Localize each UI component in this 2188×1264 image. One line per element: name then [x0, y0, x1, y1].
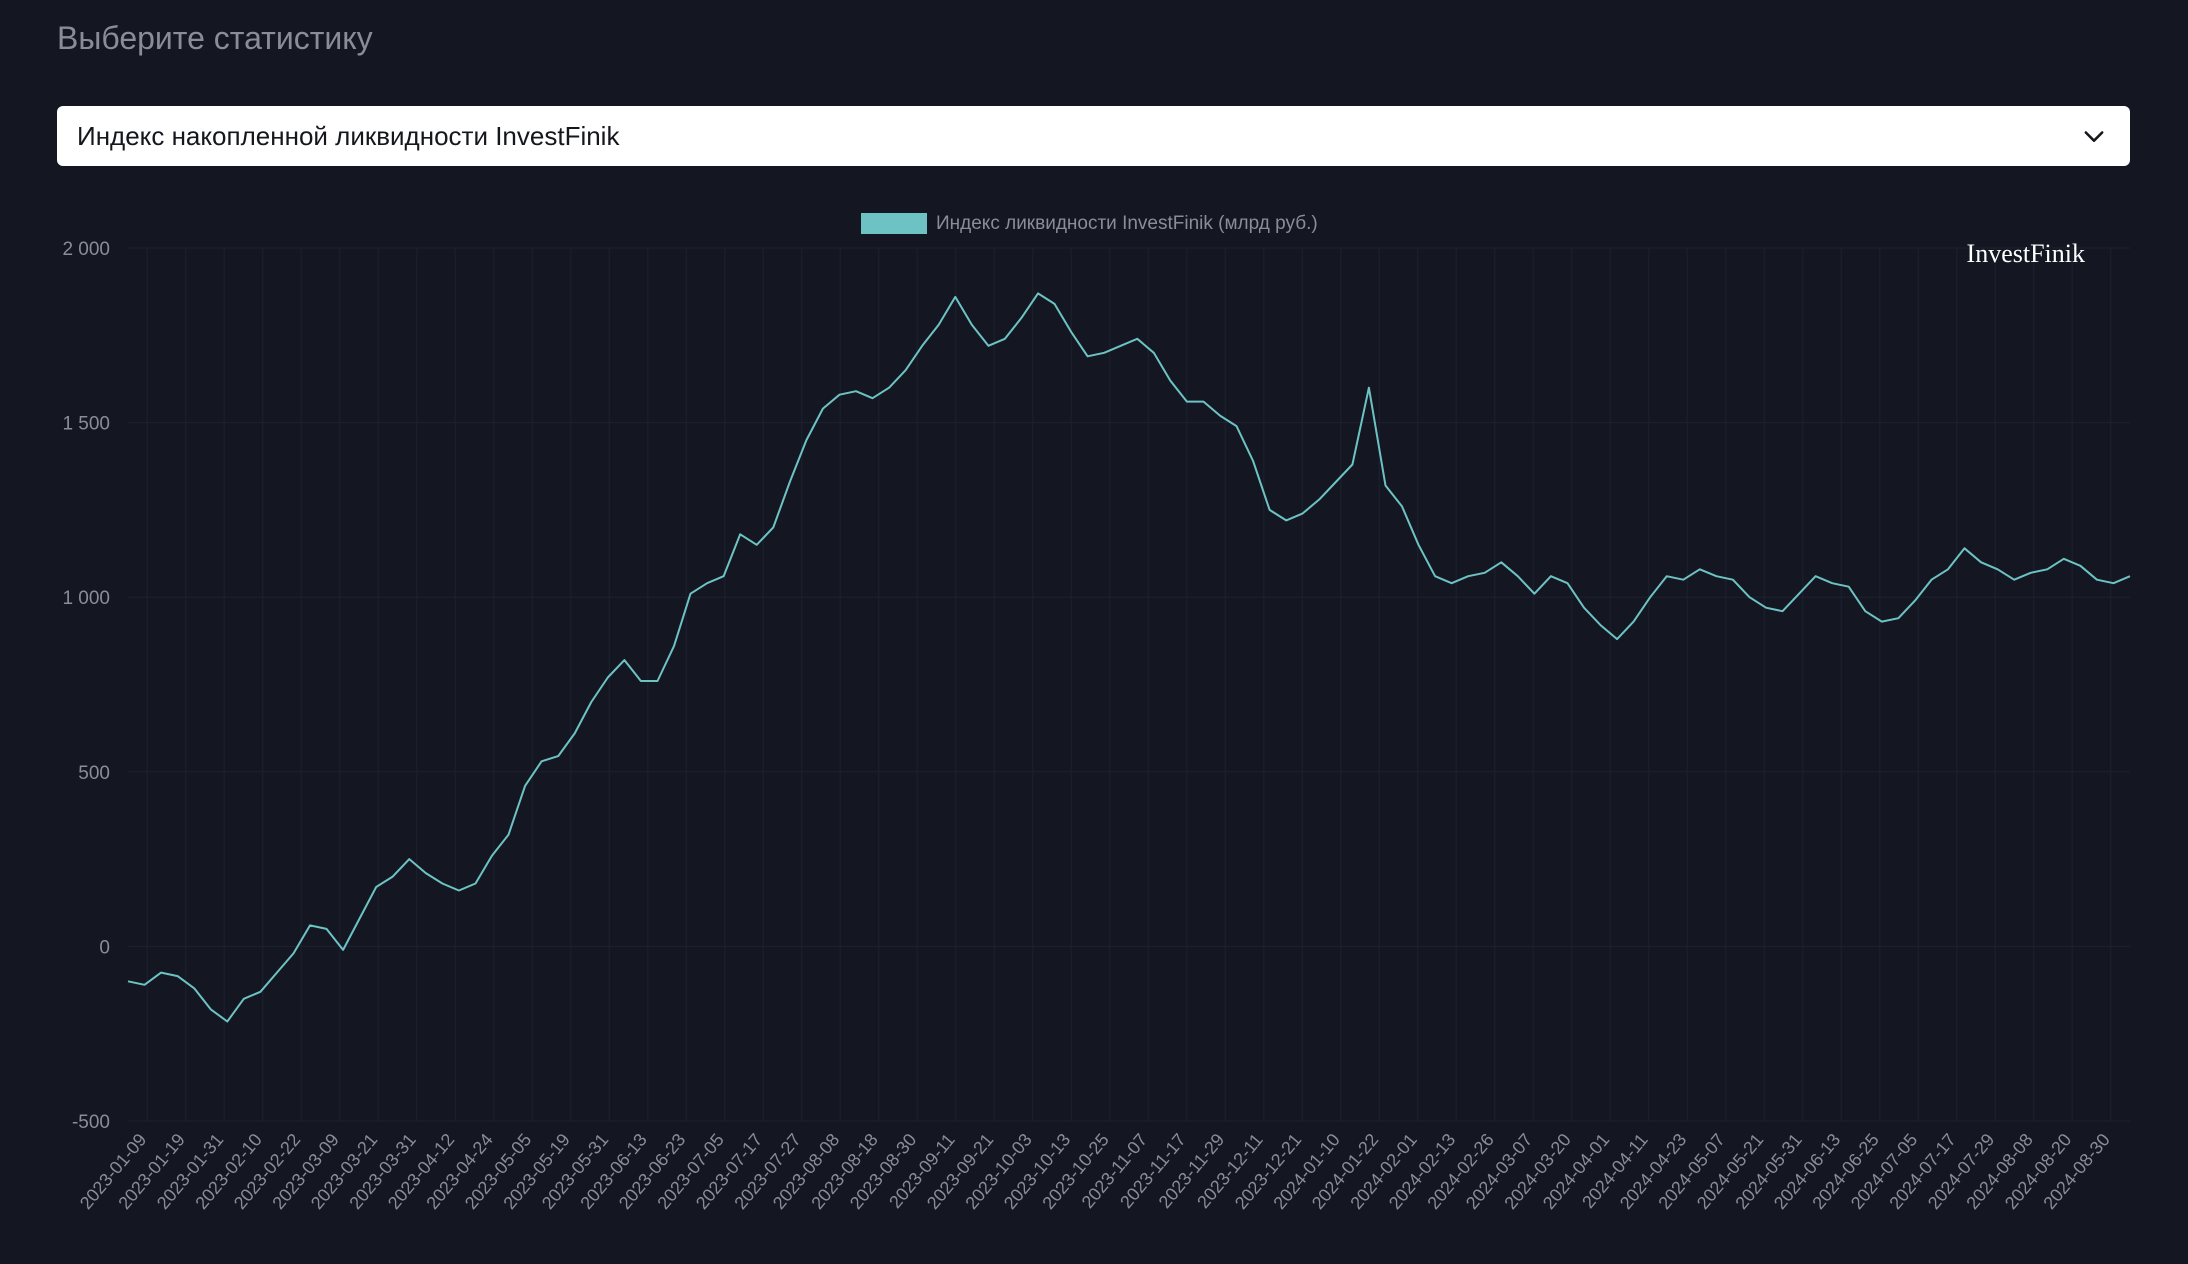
statistic-select-value: Индекс накопленной ликвидности InvestFin… — [77, 121, 620, 151]
chart-legend: Индекс ликвидности InvestFinik (млрд руб… — [861, 213, 1318, 234]
series-line — [127, 292, 2131, 1023]
y-tick-label: -500 — [72, 1112, 110, 1133]
x-axis: 2023-01-092023-01-192023-01-312023-02-10… — [76, 1130, 2114, 1213]
statistic-select[interactable]: Индекс накопленной ликвидности InvestFin… — [57, 106, 2130, 166]
y-axis: 2 000 1 500 1 000 500 0 -500 — [62, 239, 110, 1133]
page-title: Выберите статистику — [57, 20, 373, 56]
series-layer — [127, 292, 2131, 1023]
chart-grid — [128, 247, 2130, 1122]
watermark: InvestFinik — [1967, 239, 2085, 268]
legend-label: Индекс ликвидности InvestFinik (млрд руб… — [936, 213, 1318, 234]
y-tick-label: 0 — [99, 937, 110, 958]
y-tick-label: 1 000 — [62, 588, 110, 609]
y-tick-label: 2 000 — [62, 239, 110, 260]
liquidity-line-chart: 2 000 1 500 1 000 500 0 -500 2023-01-092023-0… — [62, 213, 2131, 1213]
legend-swatch — [861, 213, 927, 234]
y-tick-label: 500 — [78, 763, 110, 784]
chevron-down-icon — [2084, 131, 2104, 142]
y-tick-label: 1 500 — [62, 414, 110, 435]
